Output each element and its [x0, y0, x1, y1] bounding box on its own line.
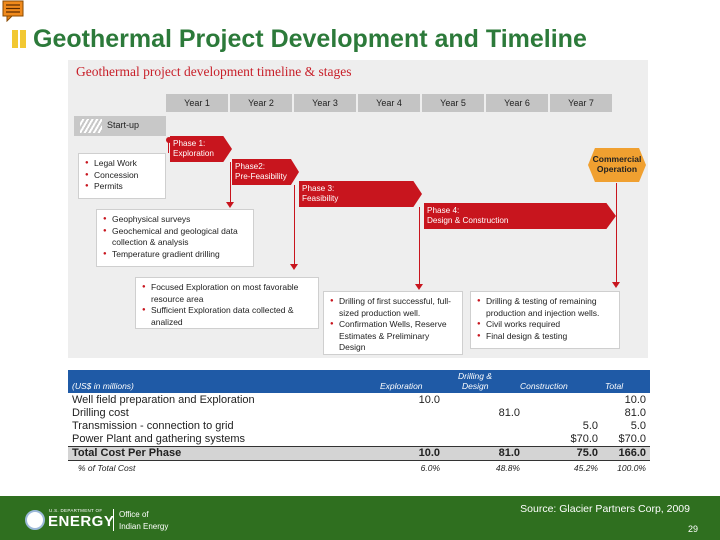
table-row: Drilling cost 81.0 81.0: [68, 407, 650, 420]
title-accent-bar: [20, 30, 26, 48]
office-label: Office of Indian Energy: [119, 509, 168, 533]
startup-bar: Start-up: [74, 116, 166, 136]
phase-2-arrow: Phase2: Pre-Feasibility: [232, 159, 299, 185]
year-label: Year 2: [230, 94, 294, 112]
table-total-row: Total Cost Per Phase 10.0 81.0 75.0 166.…: [68, 446, 650, 461]
cost-table-header: (US$ in millions) Exploration Drilling &…: [68, 370, 650, 393]
cell-exploration: 10.0: [418, 447, 440, 459]
activity-item: Geophysical surveys: [103, 214, 249, 226]
connector-line: [419, 207, 421, 285]
cell-total: 10.0: [624, 394, 646, 406]
phase-label: Exploration: [173, 148, 214, 158]
commercial-label: Operation: [596, 164, 638, 174]
page-number: 29: [687, 524, 698, 534]
phase-4-arrow: Phase 4: Design & Construction: [424, 203, 616, 229]
commercial-label: Commercial: [592, 154, 642, 164]
year-label: Year 3: [294, 94, 358, 112]
diagram-title: Geothermal project development timeline …: [76, 64, 352, 79]
cell-drilling: 81.0: [498, 407, 520, 419]
connector-line: [230, 162, 232, 203]
activity-box-exploration: Geophysical surveys Geochemical and geol…: [96, 209, 254, 267]
notes-icon[interactable]: [2, 0, 26, 22]
phase-label: Phase 4:: [427, 206, 460, 215]
row-label: Transmission - connection to grid: [72, 420, 234, 432]
year-label: Year 5: [422, 94, 486, 112]
activity-item: Temperature gradient drilling: [103, 249, 249, 261]
activity-item: Legal Work: [85, 158, 161, 170]
column-header: Drilling &: [458, 371, 493, 381]
column-header: Exploration: [380, 381, 423, 391]
activity-box-pre-feasibility: Focused Exploration on most favorable re…: [135, 277, 319, 329]
cell-total: 81.0: [624, 407, 646, 419]
hatch-pattern: [80, 119, 102, 133]
phase-label: Pre-Feasibility: [235, 171, 287, 181]
year-label: Year 1: [166, 94, 230, 112]
startup-label: Start-up: [107, 120, 140, 130]
arrow-down-icon: [415, 284, 423, 290]
logo-divider: [113, 509, 114, 531]
activity-item: Final design & testing: [477, 331, 615, 343]
connector-line: [294, 185, 296, 265]
activity-item: Confirmation Wells, Reserve Estimates & …: [330, 319, 458, 354]
activity-item: Concession: [85, 170, 161, 182]
table-row: Power Plant and gathering systems $70.0 …: [68, 433, 650, 446]
column-header: Total: [605, 381, 624, 391]
arrow-down-icon: [226, 202, 234, 208]
row-label: Total Cost Per Phase: [72, 447, 182, 459]
connector-line: [616, 183, 618, 283]
activity-box-startup: Legal Work Concession Permits: [78, 153, 166, 199]
phase-3-arrow: Phase 3: Feasibility: [299, 181, 422, 207]
phase-label: Feasibility: [302, 193, 339, 203]
cell-total: 166.0: [618, 447, 646, 459]
title-accent-bar: [12, 30, 18, 48]
table-row: Transmission - connection to grid 5.0 5.…: [68, 420, 650, 433]
phase-label: Phase 3:: [302, 184, 335, 193]
row-label: Power Plant and gathering systems: [72, 433, 246, 445]
column-header: Design: [462, 381, 489, 391]
year-label: Year 7: [550, 94, 614, 112]
year-label: Year 6: [486, 94, 550, 112]
cell-total: 100.0%: [617, 463, 646, 473]
activity-box-feasibility: Drilling of first successful, full-sized…: [323, 291, 463, 355]
doe-seal-icon: [25, 510, 45, 530]
activity-item: Geochemical and geological data collecti…: [103, 226, 249, 249]
activity-item: Permits: [85, 181, 161, 193]
cell-drilling: 81.0: [498, 447, 520, 459]
column-header: Construction: [520, 381, 568, 391]
row-label: % of Total Cost: [78, 463, 136, 473]
cell-exploration: 6.0%: [420, 463, 440, 473]
phase-1-arrow: Phase 1: Exploration: [170, 136, 232, 162]
connector-line: [168, 141, 170, 153]
slide-title: Geothermal Project Development and Timel…: [33, 25, 587, 53]
office-line: Office of: [119, 510, 149, 519]
doe-logo-text: ENERGY: [48, 513, 115, 530]
activity-item: Sufficient Exploration data collected & …: [142, 305, 314, 328]
activity-item: Drilling of first successful, full-sized…: [330, 296, 458, 319]
row-label: Well field preparation and Exploration: [72, 394, 255, 406]
table-row: Well field preparation and Exploration 1…: [68, 394, 650, 407]
row-label: Drilling cost: [72, 407, 129, 419]
phase-label: Design & Construction: [427, 215, 509, 225]
cell-drilling: 48.8%: [495, 463, 520, 473]
commercial-operation-badge: Commercial Operation: [588, 148, 646, 182]
arrow-down-icon: [612, 282, 620, 288]
table-percent-row: % of Total Cost 6.0% 48.8% 45.2% 100.0%: [68, 462, 650, 475]
activity-box-design-construction: Drilling & testing of remaining producti…: [470, 291, 620, 349]
activity-item: Focused Exploration on most favorable re…: [142, 282, 314, 305]
phase-label: Phase 1:: [173, 139, 206, 148]
year-label: Year 4: [358, 94, 422, 112]
phase-label: Phase2:: [235, 162, 266, 171]
units-label: (US$ in millions): [72, 381, 134, 391]
cell-exploration: 10.0: [418, 394, 440, 406]
arrow-down-icon: [290, 264, 298, 270]
cell-total: 5.0: [630, 420, 646, 432]
activity-item: Civil works required: [477, 319, 615, 331]
cell-total: $70.0: [618, 433, 646, 445]
office-line: Indian Energy: [119, 522, 169, 531]
activity-item: Drilling & testing of remaining producti…: [477, 296, 615, 319]
source-citation: Source: Glacier Partners Corp, 2009: [520, 503, 690, 515]
